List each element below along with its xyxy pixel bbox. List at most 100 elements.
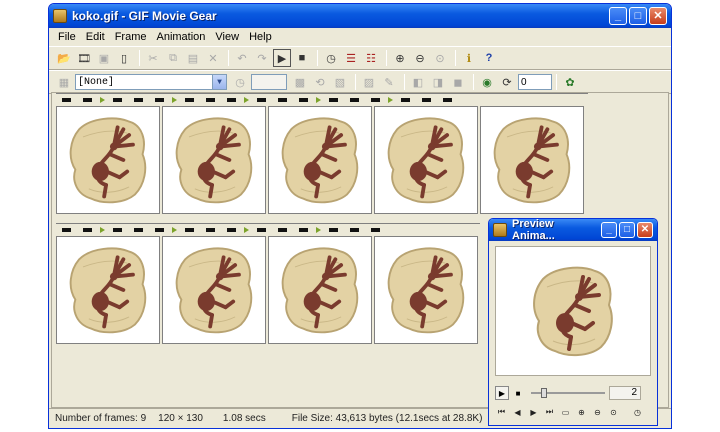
sprocket-hole xyxy=(62,228,71,232)
app-icon xyxy=(493,223,507,237)
frame-delay-arrow-icon xyxy=(316,227,321,233)
zoom-in-icon[interactable]: ⊕ xyxy=(575,406,588,418)
preview-window: Preview Anima... _ □ ✕ ▶ ■ 2 ⏮ ◀ ▶ ⏭ ▭ ⊕… xyxy=(488,218,658,426)
film-edit-icon[interactable]: ☷ xyxy=(362,49,380,67)
save-icon[interactable]: ▣ xyxy=(95,49,113,67)
chevron-down-icon[interactable]: ▼ xyxy=(212,75,226,89)
animation-frame[interactable] xyxy=(374,236,478,344)
zoom-fit-icon[interactable]: ⊙ xyxy=(607,406,620,418)
play-icon[interactable]: ▶ xyxy=(273,49,291,67)
maximize-button[interactable]: □ xyxy=(629,7,647,25)
menu-view[interactable]: View xyxy=(210,31,244,43)
timer-small-icon[interactable]: ◷ xyxy=(231,73,249,91)
palette-icon[interactable]: ✿ xyxy=(561,73,579,91)
frame-left-icon[interactable]: ◧ xyxy=(409,73,427,91)
filmstrip-row-1 xyxy=(56,93,588,215)
preview-maximize-button[interactable]: □ xyxy=(619,222,635,238)
title-bar[interactable]: koko.gif - GIF Movie Gear _ □ ✕ xyxy=(49,4,671,28)
film-icon[interactable]: ☰ xyxy=(342,49,360,67)
animation-frame[interactable] xyxy=(56,106,160,214)
open-icon[interactable]: 📂 xyxy=(55,49,73,67)
frame-delay-arrow-icon xyxy=(172,97,177,103)
sprocket-hole xyxy=(278,228,287,232)
preview-title-bar[interactable]: Preview Anima... _ □ ✕ xyxy=(489,219,657,242)
animation-frame[interactable] xyxy=(162,106,266,214)
animation-frame[interactable] xyxy=(480,106,584,214)
slider-thumb[interactable] xyxy=(541,388,548,398)
preview-frame-number: 2 xyxy=(609,386,641,400)
animation-frame[interactable] xyxy=(374,106,478,214)
menu-edit[interactable]: Edit xyxy=(81,31,110,43)
copy-icon[interactable]: ⧉ xyxy=(164,49,182,67)
minimize-button[interactable]: _ xyxy=(609,7,627,25)
zoom-out-icon[interactable]: ⊖ xyxy=(411,49,429,67)
secondary-toolbar: ▦ [None] ▼ ◷ ▩ ⟲ ▧ ▨ ✎ ◧ ◨ ◼ ◉ ⟳ 0 ✿ xyxy=(49,70,671,94)
sprocket-hole xyxy=(113,228,122,232)
zoom-fit-icon[interactable]: ⊙ xyxy=(431,49,449,67)
close-button[interactable]: ✕ xyxy=(649,7,667,25)
first-frame-icon[interactable]: ⏮ xyxy=(495,406,508,418)
optimize-icon[interactable]: ▩ xyxy=(291,73,309,91)
preview-play-button[interactable]: ▶ xyxy=(495,386,509,400)
preview-close-button[interactable]: ✕ xyxy=(637,222,653,238)
palette-combo-value: [None] xyxy=(78,76,115,88)
preview-minimize-button[interactable]: _ xyxy=(601,222,617,238)
crop-icon[interactable]: ▧ xyxy=(331,73,349,91)
animation-frame[interactable] xyxy=(56,236,160,344)
sprocket-hole xyxy=(422,98,431,102)
preview-image-area xyxy=(495,246,651,376)
sprocket-hole xyxy=(134,228,143,232)
toolbar-separator xyxy=(228,50,229,66)
loop-count-field[interactable]: 0 xyxy=(518,74,552,90)
frame-slider[interactable] xyxy=(531,387,605,399)
info-icon[interactable]: ℹ xyxy=(460,49,478,67)
dropper-icon[interactable]: ✎ xyxy=(380,73,398,91)
timer-icon[interactable]: ◷ xyxy=(322,49,340,67)
animation-frame[interactable] xyxy=(268,106,372,214)
help-icon[interactable]: ? xyxy=(480,49,498,67)
animation-frame[interactable] xyxy=(268,236,372,344)
stop-icon[interactable]: ■ xyxy=(293,49,311,67)
menu-file[interactable]: File xyxy=(53,31,81,43)
cut-icon[interactable]: ✂ xyxy=(144,49,162,67)
globe-icon[interactable]: ◉ xyxy=(478,73,496,91)
frame-box-icon[interactable]: ◼ xyxy=(449,73,467,91)
frame-right-icon[interactable]: ◨ xyxy=(429,73,447,91)
last-frame-icon[interactable]: ⏭ xyxy=(543,406,556,418)
delete-icon[interactable]: ✕ xyxy=(204,49,222,67)
sprocket-hole xyxy=(155,98,164,102)
rotate-icon[interactable]: ⟲ xyxy=(311,73,329,91)
paste-icon[interactable]: ▤ xyxy=(184,49,202,67)
prev-frame-icon[interactable]: ◀ xyxy=(511,406,524,418)
redo-icon[interactable]: ↷ xyxy=(253,49,271,67)
status-size: 120 × 130 xyxy=(158,413,203,424)
preview-nav-row: ⏮ ◀ ▶ ⏭ ▭ ⊕ ⊖ ⊙ ◷ xyxy=(495,405,655,419)
menu-animation[interactable]: Animation xyxy=(151,31,210,43)
zoom-in-icon[interactable]: ⊕ xyxy=(391,49,409,67)
menu-help[interactable]: Help xyxy=(244,31,277,43)
new-icon[interactable]: ▯ xyxy=(115,49,133,67)
movie-icon[interactable]: 🎞 xyxy=(75,49,93,67)
window-title: koko.gif - GIF Movie Gear xyxy=(72,9,217,23)
status-frames: Number of frames: 9 xyxy=(55,413,147,424)
sprocket-hole xyxy=(329,228,338,232)
palette-combo[interactable]: [None] ▼ xyxy=(75,74,227,90)
kokopelli-image xyxy=(387,247,465,334)
sprocket-hole xyxy=(206,228,215,232)
timer-icon[interactable]: ◷ xyxy=(631,406,644,418)
sprocket-hole xyxy=(227,228,236,232)
loop-icon[interactable]: ⟳ xyxy=(498,73,516,91)
animation-frame[interactable] xyxy=(162,236,266,344)
undo-icon[interactable]: ↶ xyxy=(233,49,251,67)
delay-field[interactable] xyxy=(251,74,287,90)
transparency-icon[interactable]: ▨ xyxy=(360,73,378,91)
next-frame-icon[interactable]: ▶ xyxy=(527,406,540,418)
zoom-out-icon[interactable]: ⊖ xyxy=(591,406,604,418)
preview-stop-button[interactable]: ■ xyxy=(511,386,525,400)
toolbar-separator xyxy=(404,74,405,90)
toolbar-separator xyxy=(317,50,318,66)
properties-icon[interactable]: ▦ xyxy=(55,73,73,91)
monitor-icon[interactable]: ▭ xyxy=(559,406,572,418)
sprocket-hole xyxy=(350,98,359,102)
menu-frame[interactable]: Frame xyxy=(110,31,152,43)
